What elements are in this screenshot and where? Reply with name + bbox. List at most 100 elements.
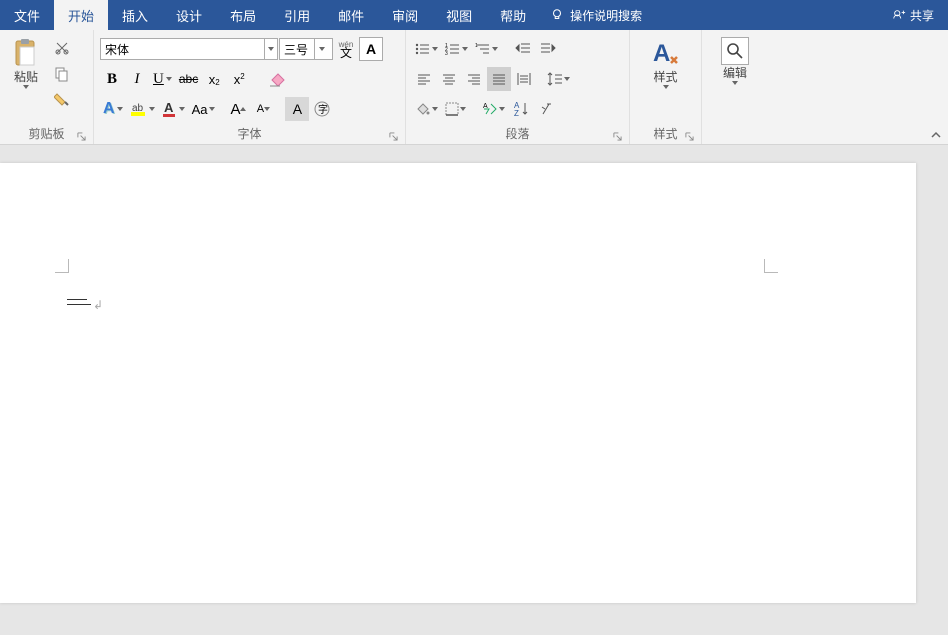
distribute-button[interactable] — [512, 67, 536, 91]
asian-layout-icon: A — [482, 101, 498, 117]
ribbon: 粘贴 剪贴板 — [0, 30, 948, 145]
svg-text:3: 3 — [445, 51, 448, 56]
font-dialog-launcher[interactable] — [387, 130, 399, 142]
decrease-indent-button[interactable] — [511, 37, 535, 61]
underline-button[interactable]: U — [150, 67, 175, 91]
eraser-icon — [268, 70, 288, 88]
shading-button[interactable] — [412, 97, 441, 121]
bullets-button[interactable] — [412, 37, 441, 61]
up-caret-icon — [240, 106, 246, 112]
bold-button[interactable]: B — [100, 67, 124, 91]
tab-references[interactable]: 引用 — [270, 0, 324, 30]
share-button[interactable]: 共享 — [878, 0, 948, 30]
font-size-dropdown[interactable] — [314, 39, 328, 59]
font-size-input[interactable] — [280, 39, 314, 59]
font-name-input[interactable] — [101, 39, 264, 59]
copy-button[interactable] — [50, 62, 74, 86]
copy-icon — [54, 66, 70, 82]
tab-home[interactable]: 开始 — [54, 0, 108, 30]
sort-button[interactable]: AZ — [509, 97, 533, 121]
font-name-select[interactable] — [100, 38, 278, 60]
svg-text:A: A — [483, 103, 488, 110]
numbering-button[interactable]: 123 — [442, 37, 471, 61]
styles-button[interactable]: A 样式 — [644, 35, 688, 89]
grow-font-button[interactable]: A — [226, 97, 250, 121]
sort-icon: AZ — [514, 101, 528, 117]
group-paragraph-label: 段落 — [505, 127, 529, 141]
paste-label: 粘贴 — [14, 71, 38, 84]
subscript-button[interactable]: x2 — [202, 67, 226, 91]
asian-layout-button[interactable]: A — [479, 97, 508, 121]
align-justify-button[interactable] — [487, 67, 511, 91]
document-page[interactable]: ↲ — [0, 163, 916, 603]
down-caret-icon — [264, 106, 270, 112]
tab-help[interactable]: 帮助 — [486, 0, 540, 30]
editing-label: 编辑 — [723, 67, 747, 80]
tab-design[interactable]: 设计 — [162, 0, 216, 30]
line-spacing-icon — [547, 72, 563, 86]
margin-corner-tl — [55, 259, 69, 273]
editing-button[interactable]: 编辑 — [713, 35, 757, 85]
borders-icon — [445, 102, 459, 116]
strikethrough-button[interactable]: abc — [176, 67, 201, 91]
cut-button[interactable] — [50, 36, 74, 60]
align-center-icon — [442, 73, 456, 85]
paste-button[interactable]: 粘贴 — [4, 35, 48, 89]
tab-insert[interactable]: 插入 — [108, 0, 162, 30]
borders-button[interactable] — [442, 97, 469, 121]
table-handles[interactable] — [67, 299, 91, 309]
font-size-select[interactable] — [279, 38, 333, 60]
lightbulb-icon — [550, 8, 564, 22]
tab-view[interactable]: 视图 — [432, 0, 486, 30]
svg-text:1: 1 — [475, 43, 478, 49]
bullets-icon — [415, 42, 431, 56]
italic-button[interactable]: I — [125, 67, 149, 91]
tab-layout[interactable]: 布局 — [216, 0, 270, 30]
format-painter-button[interactable] — [50, 88, 74, 112]
paragraph-dialog-launcher[interactable] — [611, 130, 623, 142]
ribbon-tab-bar: 文件 开始 插入 设计 布局 引用 邮件 审阅 视图 帮助 操作说明搜索 共享 — [0, 0, 948, 30]
increase-indent-button[interactable] — [536, 37, 560, 61]
shrink-font-button[interactable]: A — [251, 97, 275, 121]
enclose-characters-button[interactable]: 字 — [310, 97, 334, 121]
find-icon — [721, 37, 749, 65]
line-spacing-button[interactable] — [544, 67, 573, 91]
tell-me-search[interactable]: 操作说明搜索 — [540, 0, 652, 30]
tab-file[interactable]: 文件 — [0, 0, 54, 30]
change-case-button[interactable]: Aa — [189, 97, 219, 121]
tab-review[interactable]: 审阅 — [378, 0, 432, 30]
tell-me-label: 操作说明搜索 — [570, 7, 642, 24]
clear-formatting-button[interactable] — [265, 67, 291, 91]
clipboard-dialog-launcher[interactable] — [75, 130, 87, 142]
phonetic-guide-button[interactable]: wén文 — [334, 37, 358, 61]
text-effects-button[interactable]: A — [100, 97, 126, 121]
group-styles: A 样式 样式 — [630, 30, 702, 144]
group-font: wén文 A B I U abc x2 x2 A ab A Aa — [94, 30, 406, 144]
align-right-button[interactable] — [462, 67, 486, 91]
align-center-button[interactable] — [437, 67, 461, 91]
font-name-dropdown[interactable] — [264, 39, 277, 59]
clipboard-icon — [10, 37, 42, 69]
share-icon — [892, 8, 906, 22]
highlight-button[interactable]: ab — [127, 97, 158, 121]
styles-icon: A — [650, 37, 682, 69]
collapse-ribbon-button[interactable] — [930, 129, 942, 141]
group-editing: 编辑 — [702, 30, 768, 144]
styles-dialog-launcher[interactable] — [683, 130, 695, 142]
character-border-button[interactable]: A — [359, 37, 383, 61]
multilevel-list-button[interactable]: 1 — [472, 37, 501, 61]
pilcrow-icon — [538, 101, 554, 117]
chevron-down-icon — [732, 81, 738, 85]
svg-text:A: A — [164, 100, 174, 115]
circle-char-icon: 字 — [313, 100, 331, 118]
outdent-icon — [515, 42, 531, 56]
scissors-icon — [54, 40, 70, 56]
align-left-button[interactable] — [412, 67, 436, 91]
chevron-down-icon — [23, 85, 29, 89]
character-shading-button[interactable]: A — [285, 97, 309, 121]
superscript-button[interactable]: x2 — [227, 67, 251, 91]
group-styles-label: 样式 — [653, 127, 677, 141]
font-color-button[interactable]: A — [159, 97, 188, 121]
show-marks-button[interactable] — [534, 97, 558, 121]
tab-mailings[interactable]: 邮件 — [324, 0, 378, 30]
